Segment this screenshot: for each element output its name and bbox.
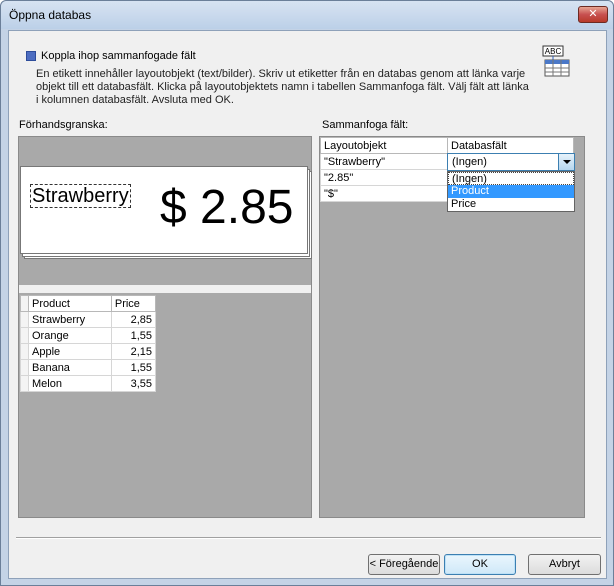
cell-product[interactable]: Banana <box>28 359 112 376</box>
label-product-text[interactable]: Strawberry <box>30 184 131 208</box>
table-row[interactable]: Melon 3,55 <box>20 375 157 392</box>
database-field-dropdown: (Ingen) Product Price <box>447 171 575 212</box>
merge-fields-panel: Layoutobjekt Databasfält "Strawberry" "2… <box>319 136 585 518</box>
cell-price[interactable]: 2,85 <box>110 311 157 328</box>
button-separator <box>16 537 601 539</box>
table-row[interactable]: Apple 2,15 <box>20 343 157 360</box>
row-header-corner <box>20 295 29 312</box>
cancel-button-label: Avbryt <box>549 558 580 570</box>
ok-button-label: OK <box>472 558 488 570</box>
preview-panel: Strawberry $ 2.85 Product Price Strawber… <box>18 136 312 518</box>
column-header-price[interactable]: Price <box>110 295 157 312</box>
window-title: Öppna databas <box>9 8 92 22</box>
title-bar[interactable]: Öppna databas ✕ <box>1 1 613 29</box>
cell-price[interactable]: 2,15 <box>110 343 157 360</box>
panel-divider <box>19 285 311 293</box>
instructions-line: objekt till ett databasfält. Klicka på l… <box>36 81 529 93</box>
instructions-line: En etikett innehåller layoutobjekt (text… <box>36 68 526 80</box>
layout-object-cell[interactable]: "2.85" <box>320 169 448 186</box>
table-row[interactable]: Orange 1,55 <box>20 327 157 344</box>
section-bullet-icon <box>26 51 36 61</box>
cell-product[interactable]: Melon <box>28 375 112 392</box>
dropdown-option-price[interactable]: Price <box>448 198 574 211</box>
column-header-layout-object[interactable]: Layoutobjekt <box>320 137 448 154</box>
merge-fields-label: Sammanfoga fält: <box>322 119 409 131</box>
chevron-down-icon[interactable] <box>558 154 574 170</box>
cell-product[interactable]: Orange <box>28 327 112 344</box>
column-header-product[interactable]: Product <box>28 295 112 312</box>
ok-button[interactable]: OK <box>444 554 516 575</box>
combobox-value: (Ingen) <box>452 156 487 168</box>
table-row[interactable]: Banana 1,55 <box>20 359 157 376</box>
cell-product[interactable]: Strawberry <box>28 311 112 328</box>
close-button[interactable]: ✕ <box>578 6 608 23</box>
cell-price[interactable]: 1,55 <box>110 359 157 376</box>
label-preview-card: Strawberry $ 2.85 <box>20 166 308 254</box>
table-row[interactable]: Strawberry 2,85 <box>20 311 157 328</box>
database-field-combobox[interactable]: (Ingen) <box>447 153 575 171</box>
row-header[interactable] <box>20 375 29 392</box>
row-header[interactable] <box>20 359 29 376</box>
cell-price[interactable]: 3,55 <box>110 375 157 392</box>
cell-product[interactable]: Apple <box>28 343 112 360</box>
cancel-button[interactable]: Avbryt <box>528 554 601 575</box>
section-title: Koppla ihop sammanfogade fält <box>41 50 196 62</box>
abc-icon-text: ABC <box>545 47 562 56</box>
abc-table-icon: ABC <box>542 45 570 77</box>
previous-button[interactable]: < Föregående <box>368 554 440 575</box>
instructions-line: i kolumnen databasfält. Avsluta med OK. <box>36 94 234 106</box>
dialog-client-area: Koppla ihop sammanfogade fält ABC En eti… <box>8 30 607 579</box>
dropdown-option-none[interactable]: (Ingen) <box>448 172 574 185</box>
database-table: Product Price Strawberry 2,85 Orange 1,5… <box>20 295 157 392</box>
dialog-window: Öppna databas ✕ Koppla ihop sammanfogade… <box>0 0 614 586</box>
row-header[interactable] <box>20 311 29 328</box>
dropdown-option-product[interactable]: Product <box>448 185 574 198</box>
cell-price[interactable]: 1,55 <box>110 327 157 344</box>
previous-button-label: < Föregående <box>369 558 439 570</box>
instructions-text: En etikett innehåller layoutobjekt (text… <box>36 68 536 107</box>
layout-object-cell[interactable]: "$" <box>320 185 448 202</box>
label-price-text[interactable]: $ 2.85 <box>160 181 293 235</box>
preview-label: Förhandsgranska: <box>19 119 108 131</box>
row-header[interactable] <box>20 327 29 344</box>
row-header[interactable] <box>20 343 29 360</box>
column-header-database-field[interactable]: Databasfält <box>447 137 574 154</box>
layout-object-cell[interactable]: "Strawberry" <box>320 153 448 170</box>
